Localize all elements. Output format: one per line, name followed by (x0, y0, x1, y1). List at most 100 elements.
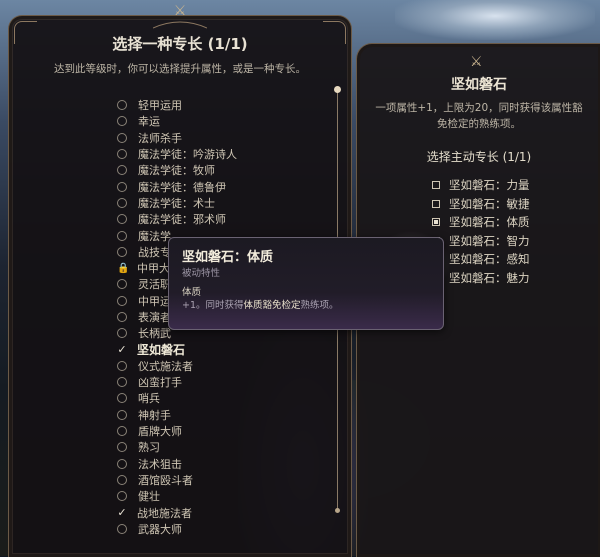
tooltip-section-label: 体质 (182, 287, 202, 298)
feat-item-label: 战技专 (138, 245, 171, 259)
ability-option[interactable]: 坚如磐石：力量 (432, 176, 530, 195)
tooltip-effect-suffix: 熟练项。 (300, 300, 339, 311)
feat-item-label: 神射手 (138, 408, 171, 422)
tooltip-effect-prefix: +1。同时获得 (182, 300, 244, 311)
feat-detail-description: 一项属性+1，上限为20，同时获得该属性豁免检定的熟练项。 (375, 102, 583, 130)
ability-option[interactable]: 坚如磐石：敏捷 (432, 195, 530, 214)
feat-item[interactable]: 法师杀手 (117, 130, 317, 146)
radio-circle-icon (117, 279, 127, 290)
lock-icon: 🔒 (117, 262, 130, 274)
feat-item-label: 中甲大 (137, 262, 170, 276)
feat-item-label: 哨兵 (138, 392, 160, 406)
ability-option-label: 坚如磐石：体质 (449, 215, 530, 230)
feat-panel-title: 选择一种专长 (1/1) (112, 35, 248, 53)
choose-ability-label: 选择主动专长 (1/1) (426, 150, 532, 164)
feat-item[interactable]: 轻甲运用 (117, 97, 317, 113)
radio-circle-icon (117, 197, 127, 208)
feat-item[interactable]: 魔法学徒：术士 (117, 195, 317, 211)
check-icon: ✓ (117, 506, 127, 520)
radio-circle-icon (117, 328, 127, 339)
radio-circle-icon (117, 491, 127, 502)
feat-item-label: 熟习 (138, 441, 160, 455)
background-snowy-tree (395, 0, 595, 40)
radio-circle-icon (117, 409, 127, 420)
ability-option-label: 坚如磐石：魅力 (449, 270, 530, 285)
radio-circle-icon (117, 523, 127, 534)
tooltip-title: 坚如磐石：体质 (182, 250, 274, 265)
feat-item-label: 魔法学徒：吟游诗人 (138, 148, 237, 162)
feat-item[interactable]: 魔法学徒：牧师 (117, 162, 317, 178)
radio-circle-icon (117, 181, 127, 192)
radio-circle-icon (117, 149, 127, 160)
tooltip-type: 被动特性 (182, 268, 221, 279)
ability-option-label: 坚如磐石：敏捷 (449, 196, 530, 211)
checkbox-icon (432, 181, 440, 190)
radio-circle-icon (117, 132, 127, 143)
feat-item-label: 法术狙击 (138, 457, 182, 471)
feat-item[interactable]: 盾牌大师 (117, 423, 317, 439)
scrollbar-top-cap (334, 86, 341, 93)
radio-circle-icon (117, 116, 127, 127)
feat-tooltip: 坚如磐石：体质 被动特性 体质 +1。同时获得体质豁免检定熟练项。 (168, 237, 444, 330)
feat-item-label: 武器大师 (138, 522, 182, 536)
radio-circle-icon (117, 100, 127, 111)
feat-item[interactable]: 法术狙击 (117, 456, 317, 472)
feat-item[interactable]: 武器大师 (117, 521, 317, 537)
feat-item[interactable]: 魔法学徒：吟游诗人 (117, 146, 317, 162)
feat-item-label: 魔法学徒：邪术师 (138, 213, 226, 227)
radio-circle-icon (117, 246, 127, 257)
feat-item[interactable]: 哨兵 (117, 390, 317, 406)
crossed-axes-icon: ⚔ (173, 3, 187, 19)
radio-circle-icon (117, 426, 127, 437)
radio-circle-icon (117, 360, 127, 371)
feat-item-label: 轻甲运用 (138, 99, 182, 113)
check-icon: ✓ (117, 343, 127, 357)
radio-circle-icon (117, 214, 127, 225)
feat-item[interactable]: 魔法学徒：德鲁伊 (117, 178, 317, 194)
radio-circle-icon (117, 312, 127, 322)
radio-circle-icon (117, 474, 127, 485)
radio-circle-icon (117, 442, 127, 453)
feat-item-label: 幸运 (138, 115, 160, 129)
feat-item-label: 魔法学徒：牧师 (138, 164, 215, 178)
feat-item-label: 中甲运 (138, 294, 171, 308)
ability-option-label: 坚如磐石：力量 (449, 178, 530, 193)
radio-circle-icon (117, 230, 127, 241)
feat-item-label: 健壮 (138, 490, 160, 504)
feat-item[interactable]: 神射手 (117, 407, 317, 423)
crossed-axes-icon: ⚔ (470, 54, 483, 70)
scrollbar-bottom-cap (335, 508, 340, 513)
feat-item-label: 盾牌大师 (138, 425, 182, 439)
feat-item[interactable]: 熟习 (117, 439, 317, 455)
radio-circle-icon (117, 295, 127, 306)
ability-option-label: 坚如磐石：感知 (449, 252, 530, 267)
feat-panel-subtitle: 达到此等级时，你可以选择提升属性，或是一种专长。 (54, 63, 306, 75)
feat-item[interactable]: 仪式施法者 (117, 358, 317, 374)
feat-item-label: 战地施法者 (137, 506, 192, 520)
checkbox-icon (432, 199, 440, 208)
feat-item-label: 魔法学 (138, 229, 171, 243)
feat-item-label: 法师杀手 (138, 131, 182, 145)
feat-item-label: 仪式施法者 (138, 359, 193, 373)
feat-item[interactable]: ✓ 坚如磐石 (117, 341, 317, 357)
feat-item-label: 魔法学徒：术士 (138, 196, 215, 210)
feat-item-label: 魔法学徒：德鲁伊 (138, 180, 226, 194)
radio-circle-icon (117, 377, 127, 388)
tooltip-effect-highlight: 体质豁免检定 (243, 300, 301, 311)
feat-item[interactable]: ✓ 战地施法者 (117, 504, 317, 520)
checkbox-checked-icon (432, 218, 440, 227)
feat-item-label: 酒馆殴斗者 (138, 473, 193, 487)
feat-item[interactable]: 凶蛮打手 (117, 374, 317, 390)
feat-item[interactable]: 酒馆殴斗者 (117, 472, 317, 488)
feat-item-label: 坚如磐石 (137, 343, 186, 358)
feat-item-label: 灵活职 (138, 278, 171, 292)
tooltip-effect: +1。同时获得体质豁免检定熟练项。 (182, 297, 339, 311)
feat-item[interactable]: 健壮 (117, 488, 317, 504)
feat-item[interactable]: 魔法学徒：邪术师 (117, 211, 317, 227)
radio-circle-icon (117, 393, 127, 404)
radio-circle-icon (117, 165, 127, 176)
feat-item-label: 表演者 (138, 311, 171, 324)
feat-detail-title: 坚如磐石 (451, 77, 507, 93)
feat-item-label: 凶蛮打手 (138, 376, 182, 390)
feat-item[interactable]: 幸运 (117, 113, 317, 129)
